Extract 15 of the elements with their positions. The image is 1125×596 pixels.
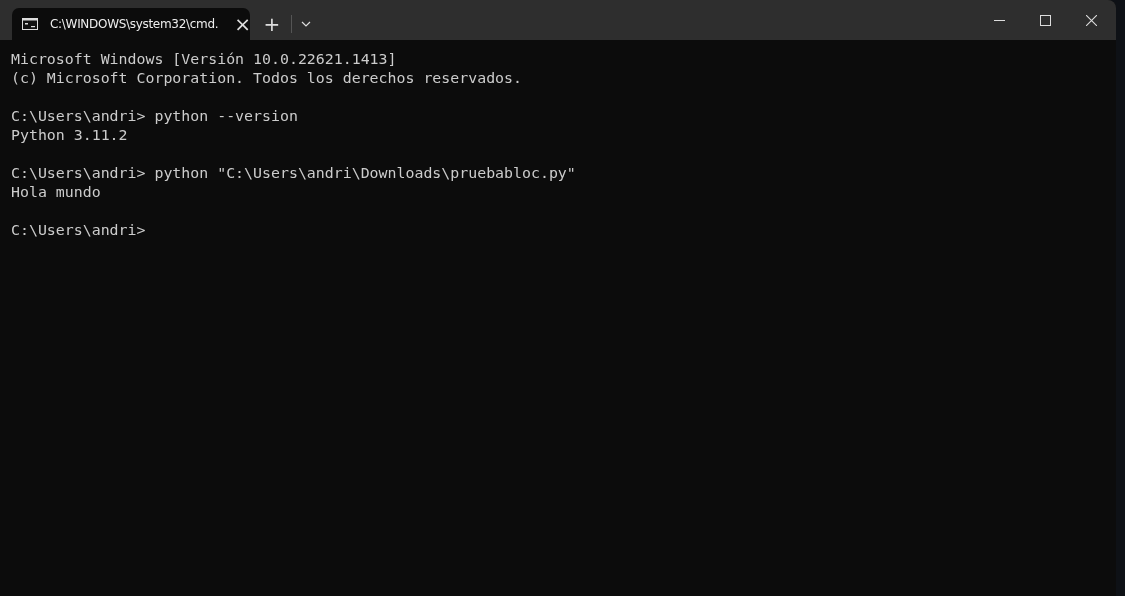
tab-title: C:\WINDOWS\system32\cmd.	[50, 17, 219, 31]
maximize-icon	[1039, 14, 1051, 26]
minimize-icon	[993, 19, 1005, 21]
terminal-line: C:\Users\andri> python "C:\Users\andri\Downloads\pruebabloc.py"	[11, 164, 576, 183]
command-prompt-icon	[22, 18, 38, 30]
terminal-line: Python 3.11.2	[11, 126, 128, 145]
terminal-line: C:\Users\andri>	[11, 221, 146, 240]
terminal-line: (c) Microsoft Corporation. Todos los derechos reservados.	[11, 69, 522, 88]
terminal-line: C:\Users\andri> python --version	[11, 107, 298, 126]
terminal-line: Microsoft Windows [Versión 10.0.22621.1413]	[11, 50, 397, 69]
terminal-line: Hola mundo	[11, 183, 101, 202]
terminal-tab[interactable]: C:\WINDOWS\system32\cmd. ×	[12, 8, 250, 40]
new-tab-button[interactable]: +	[253, 8, 291, 40]
close-icon	[1085, 14, 1097, 26]
chevron-down-icon	[301, 21, 311, 27]
